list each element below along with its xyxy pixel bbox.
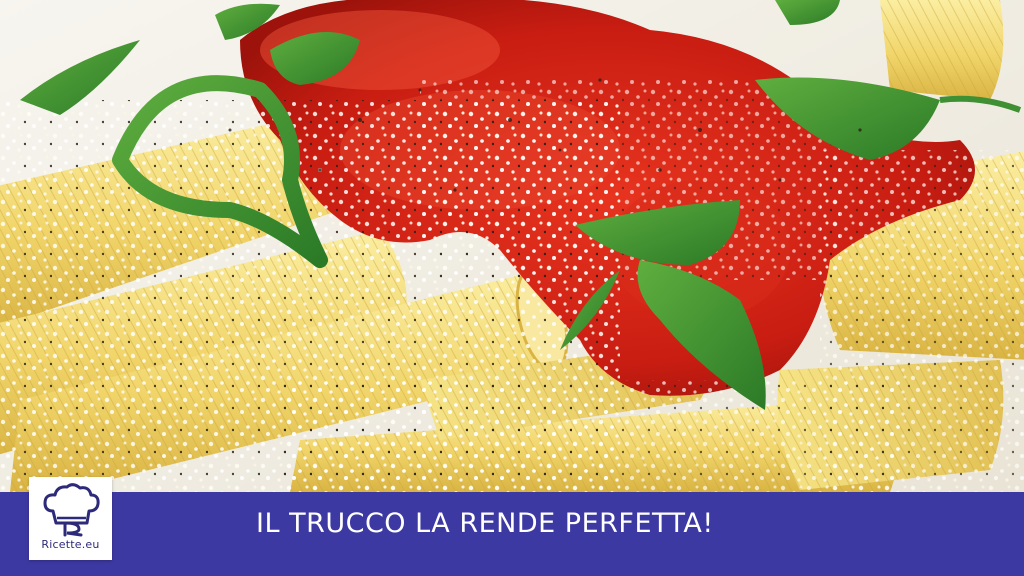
food-photo bbox=[0, 0, 1024, 492]
page: Ricette.eu IL TRUCCO LA RENDE PERFETTA! bbox=[0, 0, 1024, 576]
headline: IL TRUCCO LA RENDE PERFETTA! bbox=[256, 508, 714, 539]
penne-pasta-image bbox=[0, 0, 1024, 492]
logo-text: Ricette.eu bbox=[41, 538, 100, 551]
site-logo[interactable]: Ricette.eu bbox=[29, 477, 112, 560]
